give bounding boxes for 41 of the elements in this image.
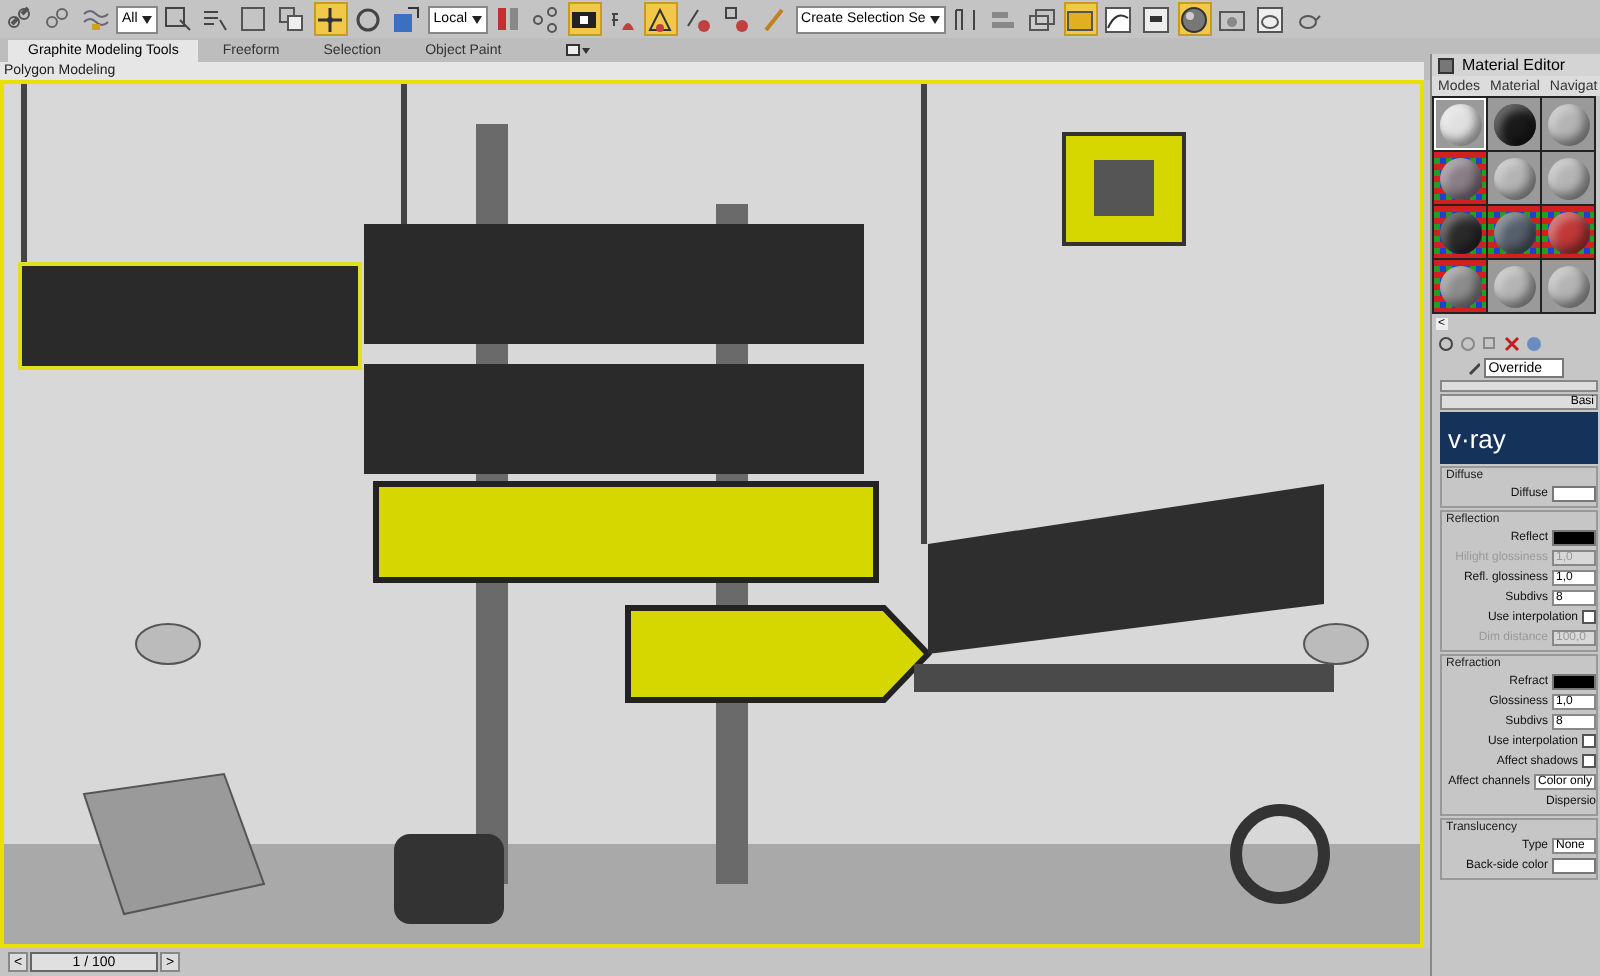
frame-window-icon xyxy=(1256,5,1285,33)
toolbar-button[interactable] xyxy=(643,2,678,36)
move-arrows-icon xyxy=(316,5,345,33)
window-title: Material Editor xyxy=(1462,57,1566,73)
node-network-icon xyxy=(532,5,561,33)
toolbar-button[interactable] xyxy=(567,2,602,36)
vray-logo: v·ray xyxy=(1440,412,1598,464)
toolbar-button[interactable] xyxy=(313,2,348,36)
curve-graph-icon xyxy=(1104,5,1133,33)
cursor-box-icon xyxy=(164,5,193,33)
eyedropper-icon[interactable] xyxy=(1468,360,1481,376)
caret-icon xyxy=(141,15,152,23)
caret-icon xyxy=(929,15,940,23)
checkbox[interactable] xyxy=(1582,610,1596,624)
rotate-circle-icon xyxy=(354,5,383,33)
toolbar-button[interactable] xyxy=(1253,2,1288,36)
color-swatch[interactable] xyxy=(1552,485,1596,501)
chain-link-icon xyxy=(5,5,33,33)
list-cursor-icon xyxy=(202,5,231,33)
square-icon xyxy=(240,5,269,33)
rollout-bar[interactable] xyxy=(1440,380,1598,392)
broken-chain-icon xyxy=(43,5,71,33)
toolbar-button[interactable] xyxy=(1139,2,1174,36)
app-icon xyxy=(1438,57,1454,73)
caret-icon xyxy=(471,15,482,23)
layers-icon xyxy=(1028,5,1057,33)
toolbar-button[interactable] xyxy=(389,2,424,36)
toolbar-button[interactable] xyxy=(1101,2,1136,36)
get-material-icon[interactable] xyxy=(1438,336,1454,352)
pencil-icon xyxy=(760,5,789,33)
wavy-lines-icon xyxy=(81,5,109,33)
close-icon[interactable] xyxy=(1504,336,1520,352)
checkbox[interactable] xyxy=(1582,754,1596,768)
scale-box-icon xyxy=(392,5,421,33)
color-swatch[interactable] xyxy=(1552,673,1596,689)
checkbox[interactable] xyxy=(1582,734,1596,748)
color-swatch[interactable] xyxy=(1552,529,1596,545)
ribbon-options-icon[interactable] xyxy=(565,44,590,56)
toolbar-button[interactable] xyxy=(1177,2,1212,36)
color-swatch[interactable] xyxy=(1552,857,1596,873)
overlapping-squares-icon xyxy=(278,5,307,33)
